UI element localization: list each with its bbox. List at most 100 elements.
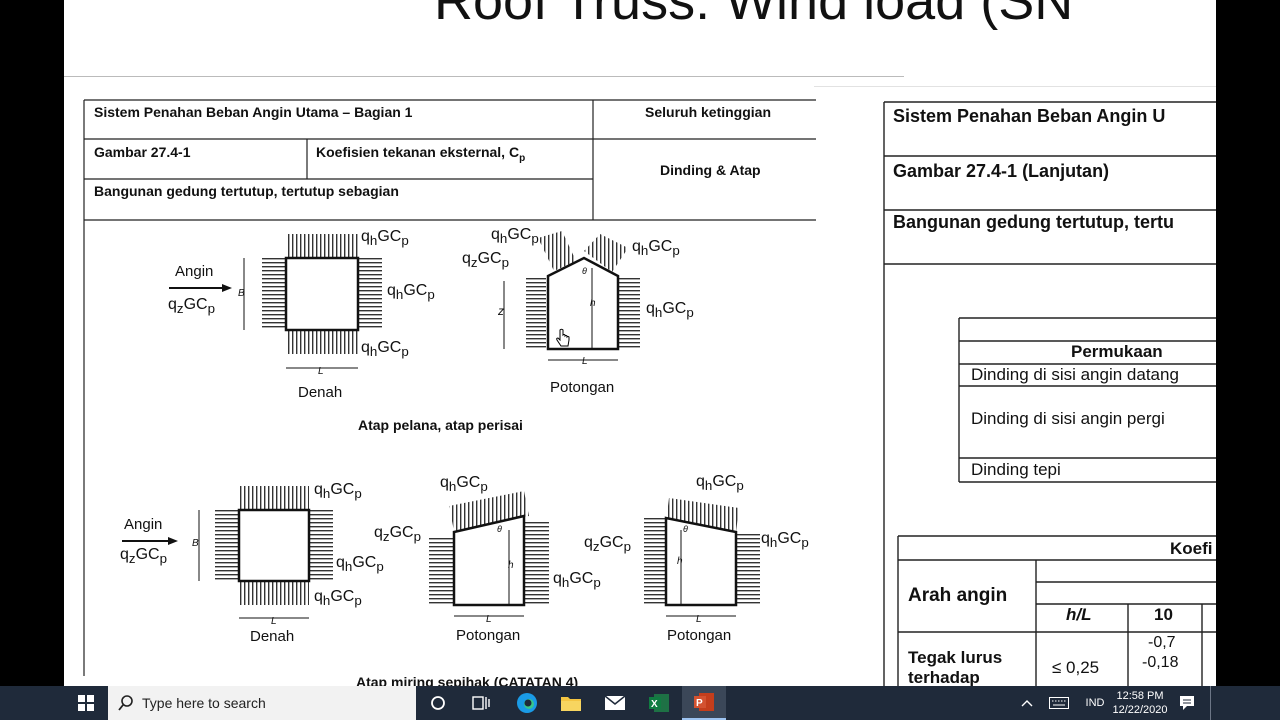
slide-title: Roof Truss: Wind load (SN <box>434 0 1074 31</box>
powerpoint-taskbar-button[interactable]: P <box>682 686 726 720</box>
section-view-1 <box>503 231 640 361</box>
surface-row-3: Dinding tepi <box>971 460 1061 479</box>
dim-l-3: L <box>271 616 277 627</box>
coef-header: Koefi <box>1170 539 1213 558</box>
figure-number: Gambar 27.4-1 <box>94 144 191 160</box>
building-type: Bangunan gedung tertutup, tertutup sebag… <box>94 183 399 199</box>
svg-text:P: P <box>696 698 703 709</box>
wind-label-1: Angin <box>175 263 214 280</box>
keyboard-icon <box>1049 697 1069 709</box>
dim-b-1: B <box>238 288 245 299</box>
dim-l-1: L <box>318 366 324 377</box>
edge-taskbar-button[interactable] <box>506 686 548 720</box>
excel-taskbar-button[interactable]: X <box>638 686 680 720</box>
clock-time: 12:58 PM <box>1116 690 1164 702</box>
windows-logo-icon <box>78 695 94 711</box>
notifications-icon <box>1180 696 1194 710</box>
section-view-3 <box>644 498 760 617</box>
action-center-button[interactable] <box>1172 686 1202 720</box>
qh-gcp-label-11: qhGCp <box>553 570 601 591</box>
coef-value-1: -0,7 <box>1148 634 1176 651</box>
section-label-1: Potongan <box>550 379 615 396</box>
qh-gcp-label-9: qhGCp <box>314 588 362 609</box>
input-language-indicator[interactable]: IND <box>1080 686 1110 720</box>
doc-header-left: Sistem Penahan Beban Angin Utama – Bagia… <box>94 104 413 120</box>
dim-l-2: L <box>582 356 588 367</box>
clock-date: 12/22/2020 <box>1112 704 1168 716</box>
section-view-2 <box>429 491 549 617</box>
caption-monoslope: Atap miring sepihak (CATATAN 4) <box>356 674 579 686</box>
qh-gcp-label-13: qhGCp <box>761 530 809 551</box>
task-view-icon <box>472 696 490 710</box>
dim-b-2: B <box>192 538 199 549</box>
qz-gcp-label-5: qzGCp <box>584 534 631 555</box>
qh-gcp-label-12: qhGCp <box>696 473 744 494</box>
title-divider <box>64 76 904 77</box>
show-desktop-button[interactable] <box>1210 686 1216 720</box>
qh-gcp-label-1: qhGCp <box>361 228 409 249</box>
coefficient-label: Koefisien tekanan eksternal, Cp <box>316 144 526 164</box>
dim-l-4: L <box>486 614 492 625</box>
presentation-slide: Roof Truss: Wind load (SN Sistem Penahan… <box>64 0 1216 686</box>
system-clock[interactable]: 12:58 PM 12/22/2020 <box>1112 686 1168 720</box>
wind-direction-header: Arah angin <box>908 585 1008 606</box>
coef-value-2: -0,18 <box>1142 654 1179 671</box>
wall-roof-label: Dinding & Atap <box>660 162 761 178</box>
qh-gcp-label-2: qhGCp <box>387 282 435 303</box>
dim-theta-3: θ <box>683 524 688 534</box>
dim-l-5: L <box>696 614 702 625</box>
mail-taskbar-button[interactable] <box>594 686 636 720</box>
excel-icon: X <box>649 694 669 712</box>
dim-theta-2: θ <box>497 524 502 534</box>
qz-gcp-label-2: qzGCp <box>462 250 509 271</box>
dim-h-3: h <box>677 556 683 567</box>
qh-gcp-label-6: qhGCp <box>646 300 694 321</box>
surface-header: Permukaan <box>1071 342 1163 361</box>
plan-label-1: Denah <box>298 384 343 401</box>
show-hidden-icons-button[interactable] <box>1016 686 1038 720</box>
surface-row-1: Dinding di sisi angin datang <box>971 365 1179 384</box>
title-divider-secondary <box>814 86 1216 87</box>
right-doc-building: Bangunan gedung tertutup, tertu <box>893 212 1174 232</box>
qh-gcp-label-5: qhGCp <box>632 238 680 259</box>
dim-z: z <box>498 304 504 318</box>
qz-gcp-label-3: qzGCp <box>120 546 167 567</box>
start-button[interactable] <box>68 686 104 720</box>
chevron-up-icon <box>1021 700 1033 707</box>
touch-keyboard-button[interactable] <box>1044 686 1074 720</box>
search-icon <box>118 695 133 711</box>
section-label-3: Potongan <box>667 627 732 644</box>
caption-gable: Atap pelana, atap perisai <box>358 417 523 433</box>
svg-text:X: X <box>651 699 658 710</box>
left-document-figure: Sistem Penahan Beban Angin Utama – Bagia… <box>64 86 816 686</box>
qh-gcp-label-8: qhGCp <box>336 554 384 575</box>
right-doc-figure: Gambar 27.4-1 (Lanjutan) <box>893 161 1110 181</box>
windows-taskbar: Type here to search X P IND 12:58 PM 12/… <box>0 686 1280 720</box>
perpendicular-label-a: Tegak lurus <box>908 648 1003 667</box>
right-doc-header: Sistem Penahan Beban Angin U <box>893 106 1166 126</box>
right-document-figure: Sistem Penahan Beban Angin U Gambar 27.4… <box>882 100 1216 686</box>
dim-h-2: h <box>508 560 514 571</box>
dim-h-1: h <box>590 298 596 309</box>
cortana-button[interactable] <box>420 686 456 720</box>
qh-gcp-label-10: qhGCp <box>440 474 488 495</box>
powerpoint-icon: P <box>694 693 714 711</box>
perpendicular-label-b: terhadap <box>908 668 980 686</box>
qh-gcp-label-7: qhGCp <box>314 481 362 502</box>
search-placeholder: Type here to search <box>142 695 266 711</box>
surface-row-2: Dinding di sisi angin pergi <box>971 409 1165 428</box>
task-view-button[interactable] <box>462 686 500 720</box>
hand-cursor-icon <box>555 328 571 355</box>
qh-gcp-label-4: qhGCp <box>491 226 539 247</box>
section-label-2: Potongan <box>456 627 521 644</box>
dim-theta-1: θ <box>582 266 587 276</box>
qz-gcp-label-1: qzGCp <box>168 296 215 317</box>
doc-header-right: Seluruh ketinggian <box>645 104 772 120</box>
col-10-header: 10 <box>1154 605 1173 624</box>
wind-label-2: Angin <box>124 516 163 533</box>
hl-value: ≤ 0,25 <box>1052 658 1100 677</box>
hl-header: h/L <box>1066 605 1092 624</box>
edge-browser-icon <box>517 693 537 713</box>
taskbar-search-box[interactable]: Type here to search <box>108 686 416 720</box>
file-explorer-taskbar-button[interactable] <box>550 686 592 720</box>
